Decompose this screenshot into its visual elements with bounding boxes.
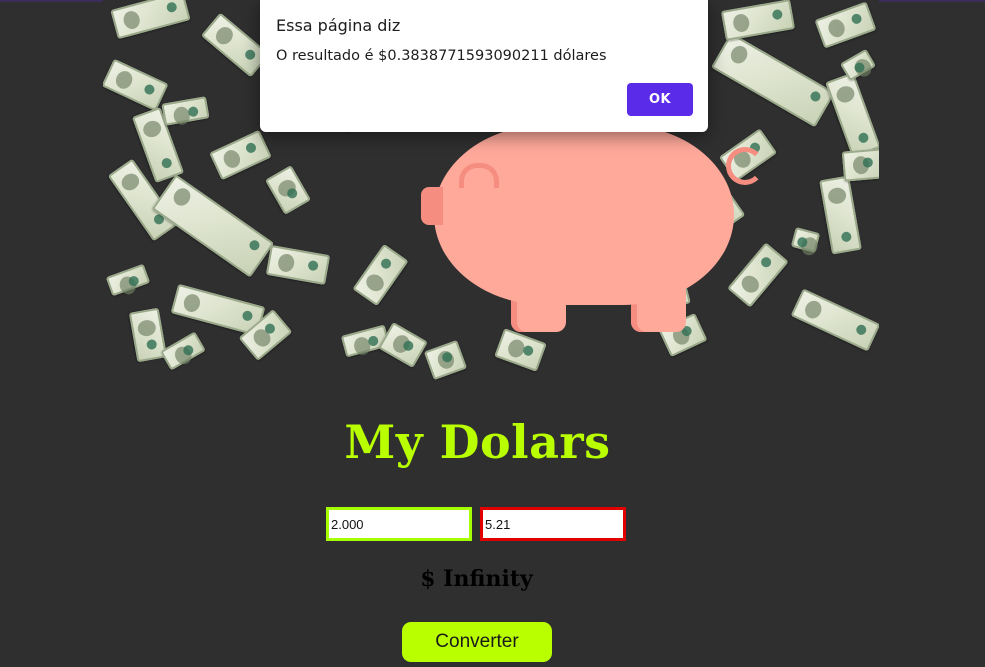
pig-ear <box>459 163 499 188</box>
dollar-bill <box>160 331 206 371</box>
dollar-bill <box>209 129 272 181</box>
dollar-bill <box>423 339 468 380</box>
dollar-bill <box>841 148 879 182</box>
piggy-bank-icon <box>421 125 764 335</box>
pig-snout <box>421 187 443 225</box>
page-title: My Dolars <box>344 415 611 469</box>
dollar-bill <box>265 165 311 215</box>
alert-ok-button[interactable]: OK <box>627 83 693 116</box>
alert-message: O resultado é $0.3838771593090211 dólare… <box>276 48 607 64</box>
dollar-bill <box>819 175 862 255</box>
convert-button[interactable]: Converter <box>402 622 552 662</box>
dollar-bill <box>103 58 169 112</box>
amount-input[interactable] <box>326 507 472 541</box>
dollar-bill <box>105 263 151 297</box>
alert-title: Essa página diz <box>276 16 401 35</box>
rate-input[interactable] <box>480 507 626 541</box>
dollar-bill <box>161 96 210 126</box>
dollar-bill <box>720 0 796 41</box>
dollar-bill <box>814 1 877 49</box>
dollar-bill <box>265 245 331 285</box>
result-text: $ Infinity <box>420 566 533 592</box>
pig-body <box>434 125 734 305</box>
dollar-bill <box>711 32 835 128</box>
dollar-bill <box>110 0 191 40</box>
dollar-bill <box>790 227 821 253</box>
dollar-bill <box>825 72 879 158</box>
dollar-bill <box>352 243 409 307</box>
dollar-bill <box>790 288 879 352</box>
pig-tail <box>726 147 764 185</box>
alert-dialog: Essa página diz O resultado é $0.3838771… <box>260 0 708 132</box>
